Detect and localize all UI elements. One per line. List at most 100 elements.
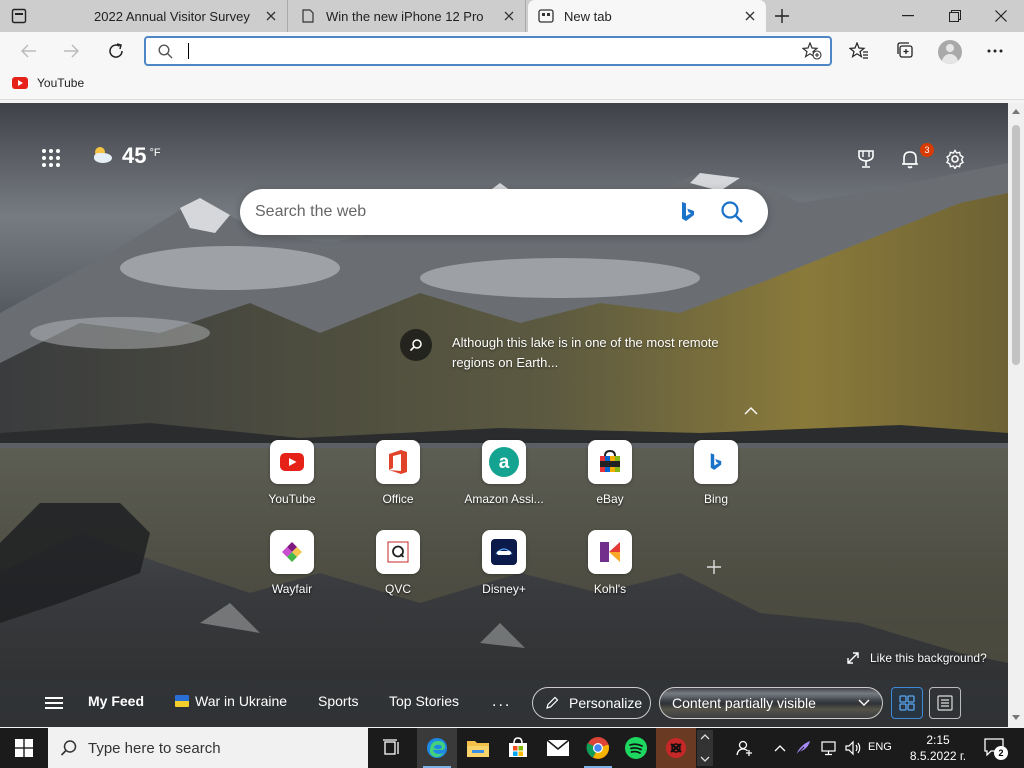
favorite-youtube[interactable]: YouTube (12, 76, 84, 90)
browser-toolbar (0, 32, 1024, 70)
volume-icon[interactable] (842, 728, 864, 768)
close-icon[interactable] (263, 8, 279, 24)
close-window-button[interactable] (978, 0, 1024, 32)
mail-icon (546, 739, 570, 756)
content-visibility-dropdown[interactable]: Content partially visible (659, 687, 883, 719)
quick-link-label: YouTube (268, 492, 316, 506)
collections-button[interactable] (890, 36, 920, 66)
scroll-thumb[interactable] (1012, 125, 1020, 365)
avatar-body (942, 54, 958, 64)
task-view-icon (383, 739, 399, 755)
quick-link-qvc[interactable]: QVC (353, 530, 443, 600)
settings-more-button[interactable] (980, 36, 1010, 66)
search-icon (158, 44, 173, 64)
people-icon[interactable] (732, 728, 756, 768)
restore-button[interactable] (932, 0, 978, 32)
feed-tab-my-feed[interactable]: My Feed (88, 693, 144, 709)
action-center-count: 2 (994, 746, 1008, 760)
tab-new-tab[interactable]: New tab (528, 0, 766, 32)
quick-link-bing[interactable]: Bing (671, 440, 761, 510)
system-clock[interactable]: 2:15 8.5.2022 г. (898, 732, 978, 764)
network-icon[interactable] (818, 728, 840, 768)
start-button[interactable] (0, 728, 48, 768)
bing-icon[interactable] (680, 201, 696, 228)
taskbar-app-red[interactable] (656, 728, 696, 768)
qvc-icon (376, 530, 420, 574)
amazon-icon: a (482, 440, 526, 484)
quick-link-youtube[interactable]: YouTube (247, 440, 337, 510)
clock-time: 2:15 (926, 733, 950, 747)
taskbar-store[interactable] (498, 728, 538, 768)
taskbar-chrome[interactable] (578, 728, 618, 768)
quick-link-kohls[interactable]: Kohl's (565, 530, 655, 600)
image-info-text[interactable]: Although this lake is in one of the most… (452, 333, 722, 373)
like-background-link[interactable]: Like this background? (846, 651, 987, 665)
grid-view-button[interactable] (891, 687, 923, 719)
quick-link-office[interactable]: Office (353, 440, 443, 510)
favorites-button[interactable] (844, 36, 874, 66)
address-bar[interactable] (144, 36, 832, 66)
scroll-down-arrow[interactable] (1012, 715, 1020, 720)
refresh-button[interactable] (101, 36, 131, 66)
search-submit-icon[interactable] (720, 200, 744, 229)
feather-app-icon[interactable] (792, 728, 814, 768)
text-caret (188, 43, 189, 59)
taskbar-search-input[interactable] (88, 739, 348, 757)
minimize-button[interactable] (885, 0, 931, 32)
chevron-up-icon[interactable] (744, 403, 758, 415)
edge-icon (427, 738, 447, 758)
apps-launcher-icon[interactable] (42, 149, 60, 167)
add-quick-link-button[interactable] (702, 555, 726, 579)
quick-link-label: Wayfair (271, 582, 313, 596)
weather-widget[interactable]: 45 °F (90, 143, 161, 172)
back-button[interactable] (14, 36, 44, 66)
rewards-icon[interactable] (854, 147, 878, 171)
window-menu-icon[interactable] (10, 7, 28, 25)
task-view-button[interactable] (372, 728, 412, 768)
feed-tab-top-stories[interactable]: Top Stories (389, 693, 459, 709)
feed-tab-war-in-ukraine[interactable]: War in Ukraine (175, 693, 287, 709)
address-input[interactable] (190, 41, 750, 61)
list-view-button[interactable] (929, 687, 961, 719)
taskbar-spotify[interactable] (616, 728, 656, 768)
page-scrollbar[interactable] (1008, 103, 1024, 727)
taskbar-mail[interactable] (538, 728, 578, 768)
quick-link-ebay[interactable]: eBay (565, 440, 655, 510)
hamburger-menu-icon[interactable] (45, 697, 63, 709)
quick-link-disney-plus[interactable]: Disney+ (459, 530, 549, 600)
close-icon[interactable] (742, 8, 758, 24)
taskbar-search-box[interactable] (48, 728, 368, 768)
notifications-bell-icon[interactable] (898, 147, 922, 171)
web-search-input[interactable] (255, 201, 675, 223)
wayfair-icon (270, 530, 314, 574)
taskbar-file-explorer[interactable] (458, 728, 498, 768)
input-language-indicator[interactable]: ENG (868, 741, 892, 753)
profile-avatar[interactable] (938, 40, 962, 64)
quick-link-wayfair[interactable]: Wayfair (247, 530, 337, 600)
tab-annual-survey[interactable]: 2022 Annual Visitor Survey (52, 0, 288, 32)
content-visibility-label: Content partially visible (672, 695, 816, 711)
game-app-icon (666, 738, 686, 758)
add-favorite-icon[interactable] (801, 41, 822, 65)
youtube-icon (270, 440, 314, 484)
feed-more-button[interactable]: ... (492, 693, 511, 711)
feed-tab-sports[interactable]: Sports (318, 693, 358, 709)
spotify-icon (625, 737, 647, 759)
personalize-button[interactable]: Personalize (532, 687, 651, 719)
forward-button[interactable] (56, 36, 86, 66)
image-info-search-button[interactable] (400, 329, 432, 361)
show-hidden-icons-chevron-icon[interactable] (772, 728, 788, 768)
taskbar-scroll-control[interactable] (697, 730, 713, 766)
tab-win-iphone[interactable]: Win the new iPhone 12 Pro (290, 0, 526, 32)
scroll-up-arrow[interactable] (1012, 109, 1020, 114)
svg-text:a: a (499, 452, 510, 473)
new-tab-button[interactable] (770, 4, 794, 28)
taskbar-edge[interactable] (417, 728, 457, 768)
action-center-button[interactable]: 2 (984, 738, 1008, 760)
close-icon[interactable] (501, 8, 517, 24)
web-search-box[interactable] (240, 189, 768, 235)
page-settings-gear-icon[interactable] (943, 147, 967, 171)
quick-link-amazon-assistant[interactable]: a Amazon Assi... (459, 440, 549, 510)
clock-date: 8.5.2022 г. (909, 749, 967, 763)
avatar-head (946, 44, 954, 52)
